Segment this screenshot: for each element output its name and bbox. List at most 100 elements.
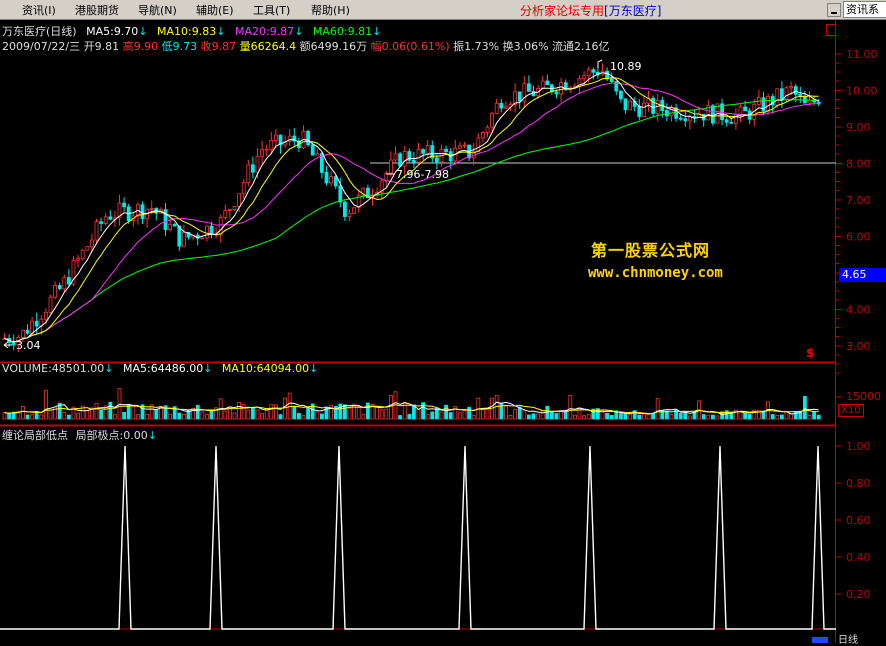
candle-body: [517, 91, 522, 102]
menu-item-tools[interactable]: 工具(T): [253, 2, 290, 18]
candle-body: [494, 102, 499, 114]
candle-body: [476, 137, 481, 153]
volume-bar: [582, 415, 586, 420]
volume-bar: [738, 411, 743, 420]
scroll-indicator[interactable]: [812, 637, 828, 643]
candle-body: [789, 86, 793, 89]
candle-body: [527, 83, 531, 92]
volume-bar: [347, 407, 352, 420]
volume-bar: [444, 404, 449, 420]
candle-body: [246, 164, 251, 183]
volume-bar: [356, 405, 361, 420]
volume-bar: [269, 404, 274, 420]
candle-body: [393, 153, 398, 161]
volume-bar: [503, 405, 508, 420]
candle-body: [53, 285, 57, 298]
candle-body: [269, 140, 274, 150]
menu-item-news[interactable]: 资讯(I): [22, 2, 56, 18]
volume-bar: [131, 406, 136, 420]
candle-body: [168, 224, 173, 230]
open-label: 开9.81: [83, 40, 120, 53]
volume-bar: [812, 411, 816, 420]
close-label: 收9.87: [200, 40, 237, 53]
candle-body: [480, 132, 485, 139]
range-annotation: 7.96-7.98: [396, 168, 449, 181]
candle-body: [398, 153, 403, 167]
volume-bar: [448, 412, 453, 420]
price-tick-label: 8.00: [846, 158, 871, 171]
volume-bar: [67, 414, 71, 420]
volume-bar: [117, 387, 122, 420]
menu-item-help[interactable]: 帮助(H): [311, 2, 350, 18]
candle-body: [11, 342, 16, 346]
volume-bar: [669, 414, 674, 420]
volume-bar: [246, 409, 251, 420]
panel-corner-box[interactable]: [826, 24, 836, 36]
candle-body: [545, 80, 550, 86]
ma60-line: [4, 99, 819, 343]
volume-bar: [145, 413, 150, 420]
candle-body: [44, 311, 48, 320]
candle-body: [34, 320, 39, 327]
menu-item-navigate[interactable]: 导航(N): [138, 2, 177, 18]
candle-body: [122, 202, 126, 208]
volume-bar: [655, 398, 660, 420]
arrow-down-icon: ↓: [104, 362, 114, 375]
candle-body: [503, 106, 508, 109]
indicator-axis: 1.00 0.80 0.60 0.40 0.20: [836, 440, 871, 601]
candle-body: [329, 176, 334, 184]
volume-bar: [154, 409, 159, 420]
volume-bar: [416, 409, 421, 420]
volume-bar: [619, 413, 623, 420]
candle-body: [218, 217, 223, 235]
system-news-button[interactable]: 资讯系: [843, 1, 886, 18]
volume-bar: [531, 413, 536, 420]
volume-bar: [568, 395, 573, 420]
candle-body: [743, 106, 747, 112]
volume-bar: [485, 408, 490, 420]
menu-item-hk-futures[interactable]: 港股期货: [75, 2, 119, 18]
arrow-down-icon: ↓: [294, 25, 304, 38]
minimize-button[interactable]: [827, 3, 841, 17]
volume-bar: [480, 409, 485, 420]
volume-bar: [573, 414, 577, 420]
candle-body: [619, 90, 623, 100]
volume-bar: [338, 403, 343, 420]
candle-body: [223, 210, 228, 218]
candle-body: [172, 224, 177, 227]
candle-body: [140, 204, 145, 220]
volume-bar: [609, 414, 614, 420]
candle-body: [499, 102, 504, 109]
volume-bar: [39, 414, 44, 420]
volume-bar: [204, 413, 209, 420]
candle-body: [651, 97, 655, 114]
indicator-spike-line: [0, 445, 836, 630]
arrow-down-icon: ↓: [309, 362, 319, 375]
arrow-down-icon: ↓: [372, 25, 382, 38]
volume-bar: [586, 414, 591, 420]
volume-bar: [76, 412, 80, 420]
price-header-row2: 2009/07/22/三 开9.81 高9.90 低9.73 收9.87 量66…: [2, 38, 610, 54]
volume-bar: [688, 415, 692, 420]
volume-bar: [715, 415, 720, 420]
volume-bar: [462, 410, 467, 420]
candle-body: [237, 193, 242, 207]
volume-bar: [241, 404, 246, 420]
candle-body: [48, 296, 53, 313]
volume-title: VOLUME:48501.00: [2, 362, 105, 375]
candle-body: [780, 88, 784, 100]
volume-bar: [365, 402, 370, 420]
menu-item-assist[interactable]: 辅助(E): [196, 2, 234, 18]
price-axis: 11.0010.009.008.007.006.005.004.003.00: [836, 48, 878, 374]
volume-scale-badge: X10: [838, 404, 864, 417]
volume-bar: [398, 415, 403, 420]
volume-bar: [623, 412, 628, 420]
volume-bar: [789, 413, 793, 420]
candle-body: [540, 80, 545, 89]
candle-body: [108, 216, 113, 220]
volume-bar: [7, 413, 11, 420]
volume-bar: [25, 414, 30, 420]
candle-body: [784, 87, 789, 100]
arrow-down-icon: ↓: [216, 25, 226, 38]
volume-bar: [701, 414, 706, 420]
